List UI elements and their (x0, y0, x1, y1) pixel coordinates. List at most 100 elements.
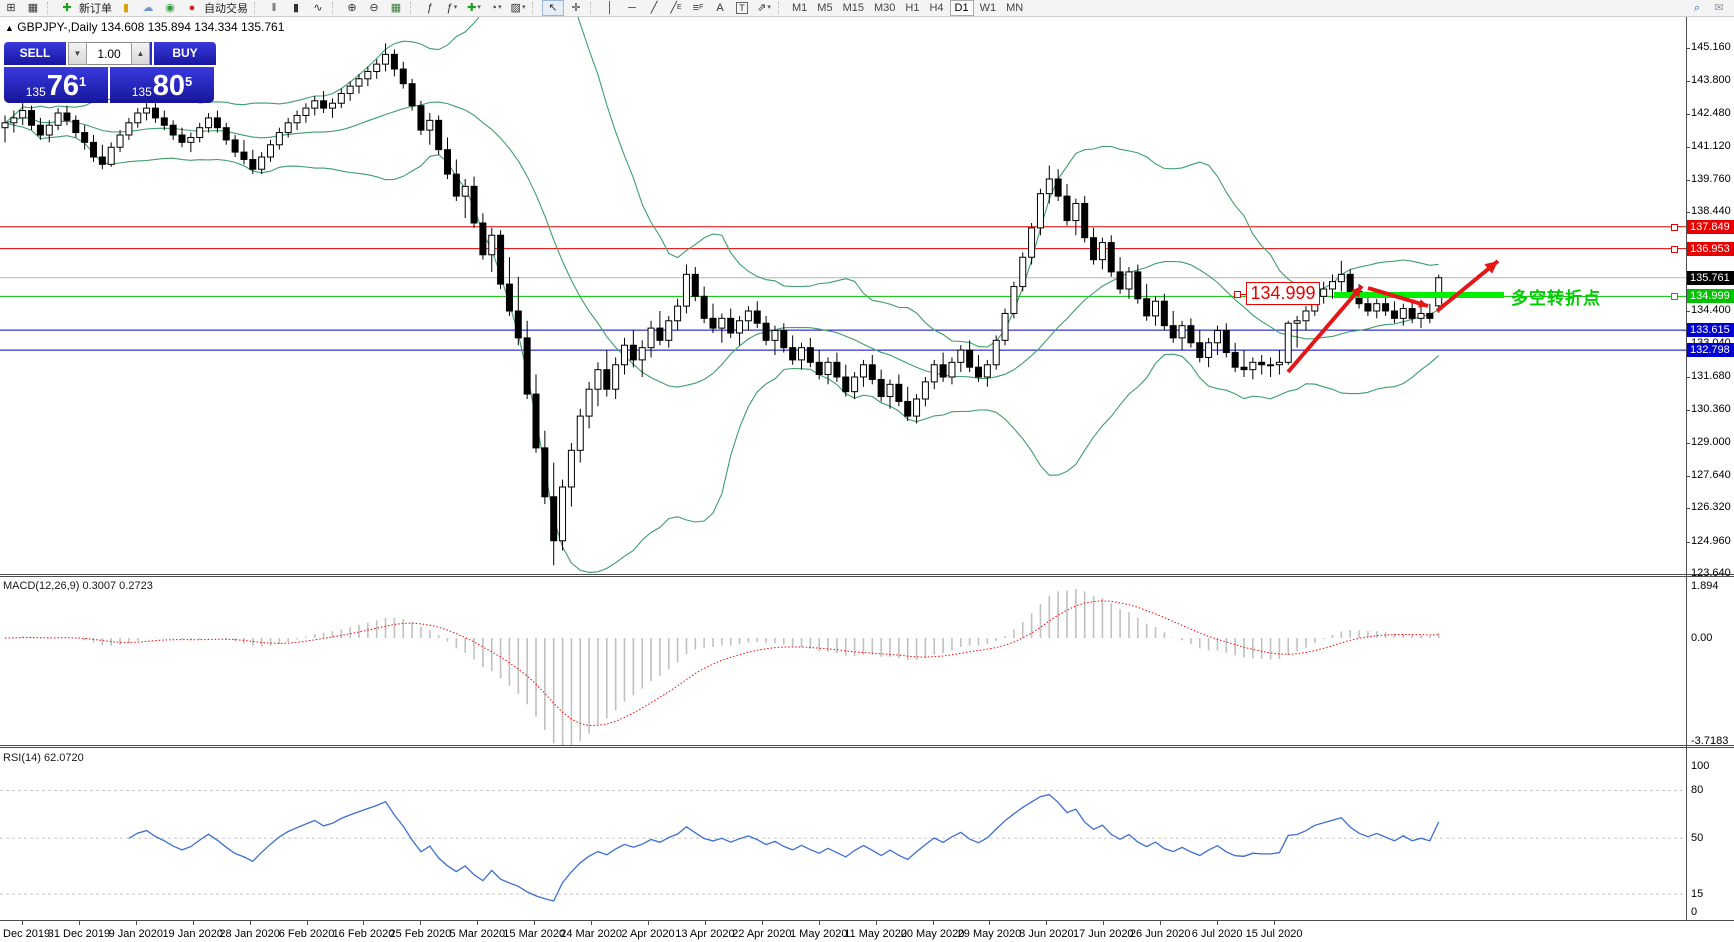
price-tag-label[interactable]: 134.999 (1246, 282, 1320, 305)
one-click-trading-panel: SELL ▼ ▲ BUY 135 76 1 135 80 5 (4, 42, 216, 103)
cursor-icon[interactable]: ↖ (542, 0, 564, 16)
sell-button[interactable]: SELL (4, 42, 66, 65)
fibonacci-icon[interactable]: ≡ F (688, 1, 708, 15)
horizontal-line-icon[interactable]: ─ (622, 1, 642, 15)
date-label: 22 Apr 2020 (732, 928, 792, 940)
turning-point-text[interactable]: 多空转折点 (1511, 284, 1601, 309)
bar-chart-icon[interactable]: ‖ (264, 1, 284, 15)
trendline-icon[interactable]: ╱ (644, 1, 664, 15)
main-pane[interactable] (0, 0, 1686, 573)
volume-input[interactable] (87, 42, 131, 65)
price-tick (1686, 179, 1690, 181)
new-order-icon[interactable]: ✚ (57, 1, 77, 15)
autotrading-icon[interactable]: ● (182, 1, 202, 15)
timeframe-m5[interactable]: M5 (813, 1, 836, 15)
price-badge: 135.761 (1687, 270, 1734, 285)
date-tick (1160, 921, 1162, 925)
date-tick (648, 921, 649, 925)
timeframe-w1[interactable]: W1 (976, 1, 1001, 15)
toolbar-separator (532, 2, 538, 14)
price-tick (1686, 113, 1690, 115)
timeframe-h4[interactable]: H4 (925, 1, 947, 15)
date-label: 5 Mar 2020 (449, 928, 506, 940)
autotrading-label: 自动交易 (204, 3, 248, 15)
price-tag-connector (1240, 294, 1247, 295)
date-label: 31 Dec 2019 (47, 928, 111, 940)
buy-price-prefix: 135 (131, 85, 152, 99)
period-icon[interactable]: ◔ ▾ (486, 1, 506, 15)
arrows-icon[interactable]: ⇗ ▾ (754, 1, 774, 15)
symbol-title: GBPJPY-,Daily (17, 20, 98, 34)
date-tick (534, 921, 536, 925)
timeframe-m15[interactable]: M15 (839, 1, 868, 15)
price-axis-border (1686, 16, 1687, 921)
price-badge: 137.849 (1687, 219, 1734, 234)
crosshair-icon[interactable]: ✛ (566, 1, 586, 15)
hline-endpoint-marker[interactable] (1671, 293, 1678, 301)
date-tick (192, 921, 194, 925)
add-object-icon[interactable]: ✚ ▾ (464, 1, 484, 15)
data-window-icon[interactable]: ▦ (23, 1, 43, 15)
date-tick (704, 921, 706, 925)
chart-plot[interactable] (0, 0, 1734, 942)
hline-endpoint-marker[interactable] (1671, 223, 1678, 231)
charts-grid-icon[interactable]: ⊞ (1, 1, 21, 15)
price-tick-label: 143.800 (1691, 74, 1731, 87)
date-label: 2 Dec 2019 (0, 928, 51, 940)
hline-endpoint-marker[interactable] (1671, 245, 1678, 253)
date-tick (932, 921, 934, 925)
macd-pane-separator[interactable] (0, 574, 1734, 577)
chat-icon[interactable]: ✉ (1709, 1, 1729, 15)
text-icon[interactable]: A (710, 1, 730, 15)
signals-icon[interactable]: ◉ (160, 1, 180, 15)
history-center-icon[interactable]: ▮ (116, 1, 136, 15)
line-chart-icon[interactable]: ∿ (308, 1, 328, 15)
rsi-pane[interactable] (0, 789, 1686, 902)
volume-decrease-button[interactable]: ▼ (68, 42, 87, 65)
macd-scale-label: 0.00 (1691, 632, 1713, 644)
rsi-scale-label: 15 (1691, 888, 1704, 901)
date-axis-border (0, 920, 1734, 921)
virtual-hosting-icon[interactable]: ☁ (138, 1, 158, 15)
macd-pane[interactable] (4, 588, 1440, 748)
tile-windows-icon[interactable]: ▦ (386, 1, 406, 15)
timeframe-h1[interactable]: H1 (901, 1, 923, 15)
zoom-in-icon[interactable]: ⊕ (342, 1, 362, 15)
buy-price[interactable]: 135 80 5 (110, 67, 214, 103)
timeframe-d1[interactable]: D1 (949, 0, 974, 16)
buy-button[interactable]: BUY (154, 42, 216, 65)
date-tick (363, 921, 365, 925)
price-tick (1686, 81, 1690, 83)
date-tick (989, 921, 991, 925)
timeframe-m30[interactable]: M30 (870, 1, 899, 15)
price-tick (1686, 409, 1690, 411)
text-label-icon[interactable]: T (732, 1, 752, 15)
timeframe-mn[interactable]: MN (1002, 1, 1027, 15)
volume-increase-button[interactable]: ▲ (131, 42, 150, 65)
sell-price[interactable]: 135 76 1 (4, 67, 108, 103)
equidistant-channel-icon[interactable]: ╱ E (666, 1, 686, 15)
price-tick (1686, 377, 1690, 379)
date-tick (1046, 921, 1048, 925)
timeframe-m1[interactable]: M1 (788, 1, 811, 15)
zoom-out-icon[interactable]: ⊖ (364, 1, 384, 15)
indicators-icon[interactable]: ƒ (420, 1, 440, 15)
price-tick-label: 129.000 (1691, 435, 1731, 448)
template-icon[interactable]: ▨ ▾ (508, 1, 528, 15)
toolbar-separator (47, 2, 53, 14)
date-label: 28 Jan 2020 (219, 928, 280, 940)
price-tick (1686, 442, 1690, 444)
date-tick (761, 921, 763, 925)
vertical-line-icon[interactable]: │ (600, 1, 620, 15)
price-tick (1686, 541, 1690, 543)
rsi-pane-separator[interactable] (0, 745, 1734, 748)
collapse-arrow-icon[interactable]: ▲ (5, 23, 14, 33)
search-icon[interactable]: ⌕ (1687, 1, 1707, 15)
rsi-scale-label: 0 (1691, 906, 1698, 918)
toolbar-separator (778, 2, 784, 14)
candlestick-chart-icon[interactable]: ▮ (286, 1, 306, 15)
toolbar-separator (410, 2, 416, 14)
price-tick (1686, 476, 1690, 478)
date-tick (1103, 921, 1105, 925)
add-indicator-icon[interactable]: ƒ ▾ (442, 1, 462, 15)
